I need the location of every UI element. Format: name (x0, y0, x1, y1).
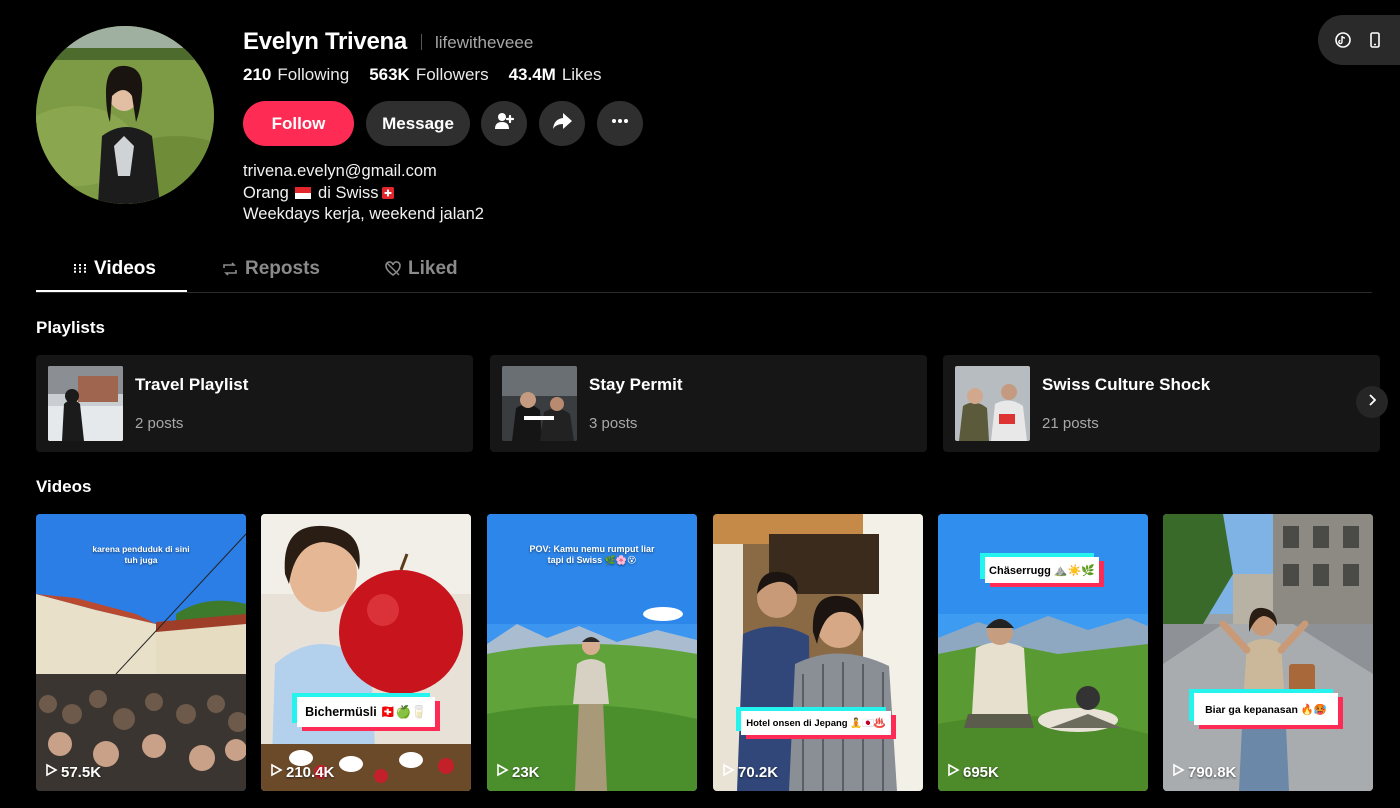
stat-following[interactable]: 210 Following (243, 65, 349, 85)
video-card[interactable]: Chäserrugg ⛰️☀️🌿 695K (938, 514, 1148, 791)
grid-icon (72, 258, 88, 283)
video-card[interactable]: Hotel onsen di Jepang 🧘🇯🇵♨️ 70.2K (713, 514, 923, 791)
view-count: 23K (495, 763, 540, 781)
bio-email: trivena.evelyn@gmail.com (243, 162, 437, 180)
view-count: 70.2K (721, 763, 778, 781)
heart-icon (384, 258, 402, 284)
play-icon (44, 763, 58, 781)
video-caption: karena penduduk di sini tuh juga (92, 544, 190, 565)
video-sticker: Chäserrugg ⛰️☀️🌿 (985, 557, 1099, 583)
share-button[interactable] (539, 101, 585, 146)
profile-stats: 210 Following 563K Followers 43.4M Likes (243, 65, 602, 85)
view-count: 790.8K (1171, 763, 1236, 781)
name-separator (421, 34, 422, 50)
tab-videos[interactable]: Videos (72, 252, 156, 290)
playlist-card[interactable]: Travel Playlist 2 posts (36, 355, 473, 452)
more-icon (609, 110, 631, 137)
view-count: 695K (946, 763, 999, 781)
playlist-thumbnail (48, 366, 123, 441)
add-friend-button[interactable] (481, 101, 527, 146)
playlist-card[interactable]: Swiss Culture Shock 21 posts (943, 355, 1380, 452)
display-name: Evelyn Trivena (243, 28, 407, 55)
tab-reposts[interactable]: Reposts (221, 252, 320, 290)
bio: trivena.evelyn@gmail.com Orang di Swiss … (243, 161, 484, 226)
stat-followers[interactable]: 563K Followers (369, 65, 488, 85)
video-card[interactable]: karena penduduk di sini tuh juga 57.5K (36, 514, 246, 791)
profile-tabs: Videos Reposts Liked (36, 252, 1372, 293)
stat-likes: 43.4M Likes (508, 65, 602, 84)
video-sticker: Hotel onsen di Jepang 🧘🇯🇵♨️ (741, 711, 891, 735)
share-icon (551, 110, 573, 137)
video-sticker: Biar ga kepanasan 🔥🥵 (1194, 693, 1338, 725)
video-thumbnail (1163, 514, 1373, 791)
playlist-title: Stay Permit (589, 375, 683, 394)
video-card[interactable]: Biar ga kepanasan 🔥🥵 790.8K (1163, 514, 1373, 791)
repost-icon (221, 258, 239, 284)
video-thumbnail (938, 514, 1148, 791)
video-thumbnail (713, 514, 923, 791)
play-icon (269, 763, 283, 781)
play-icon (721, 763, 735, 781)
tab-liked[interactable]: Liked (384, 252, 458, 290)
corner-toolbar (1318, 15, 1400, 65)
playlist-title: Swiss Culture Shock (1042, 375, 1211, 394)
playlist-thumbnail (502, 366, 577, 441)
playlist-count: 21 posts (1042, 415, 1099, 432)
mobile-icon[interactable] (1366, 31, 1384, 49)
swiss-flag-icon (381, 184, 397, 199)
add-user-icon (493, 110, 515, 137)
view-count: 210.4K (269, 763, 334, 781)
bio-location: Orang di Swiss (243, 183, 484, 205)
video-sticker: Bichermüsli 🇨🇭🍏🥛 (297, 697, 435, 727)
view-count: 57.5K (44, 763, 101, 781)
play-icon (946, 763, 960, 781)
playlist-count: 2 posts (135, 415, 184, 432)
playlists-heading: Playlists (36, 318, 105, 337)
bio-tagline: Weekdays kerja, weekend jalan2 (243, 205, 484, 223)
video-card[interactable]: Bichermüsli 🇨🇭🍏🥛 210.4K (261, 514, 471, 791)
video-card[interactable]: POV: Kamu nemu rumput liar tapi di Swiss… (487, 514, 697, 791)
more-button[interactable] (597, 101, 643, 146)
video-caption: POV: Kamu nemu rumput liar tapi di Swiss… (529, 544, 655, 565)
indonesia-flag-icon (295, 184, 312, 199)
videos-heading: Videos (36, 477, 92, 496)
message-button[interactable]: Message (366, 101, 470, 146)
playlist-thumbnail (955, 366, 1030, 441)
playlist-card[interactable]: Stay Permit 3 posts (490, 355, 927, 452)
chevron-right-icon (1365, 393, 1379, 412)
follow-button[interactable]: Follow (243, 101, 354, 146)
active-tab-indicator (36, 290, 187, 292)
avatar (36, 26, 214, 204)
username: lifewitheveee (435, 33, 534, 52)
play-icon (1171, 763, 1185, 781)
play-icon (495, 763, 509, 781)
playlist-title: Travel Playlist (135, 375, 249, 394)
playlist-count: 3 posts (589, 415, 638, 432)
playlists-next-button[interactable] (1356, 386, 1388, 418)
tiktok-icon[interactable] (1334, 31, 1352, 49)
video-thumbnail (261, 514, 471, 791)
